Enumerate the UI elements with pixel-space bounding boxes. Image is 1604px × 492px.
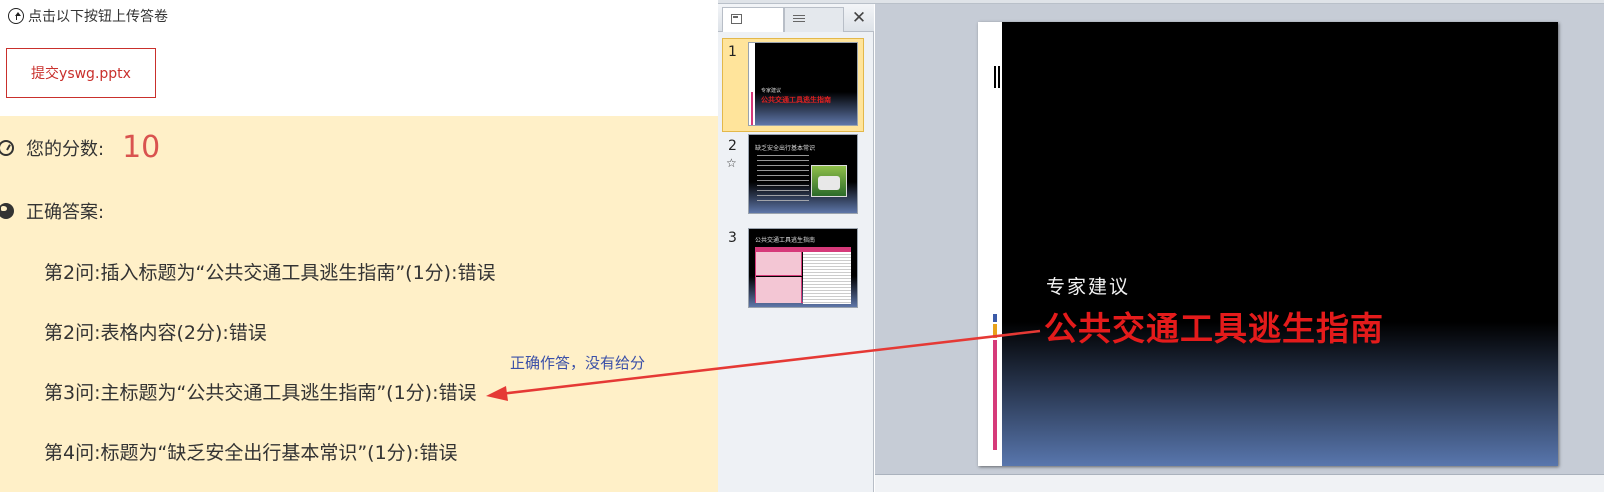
annotation-arrow <box>486 329 1041 401</box>
arrow-head <box>486 386 508 401</box>
screen: 点击以下按钮上传答卷 提交yswg.pptx 您的分数: 10 正确答案: 第2… <box>0 0 1604 492</box>
arrow-shaft <box>499 329 1041 396</box>
